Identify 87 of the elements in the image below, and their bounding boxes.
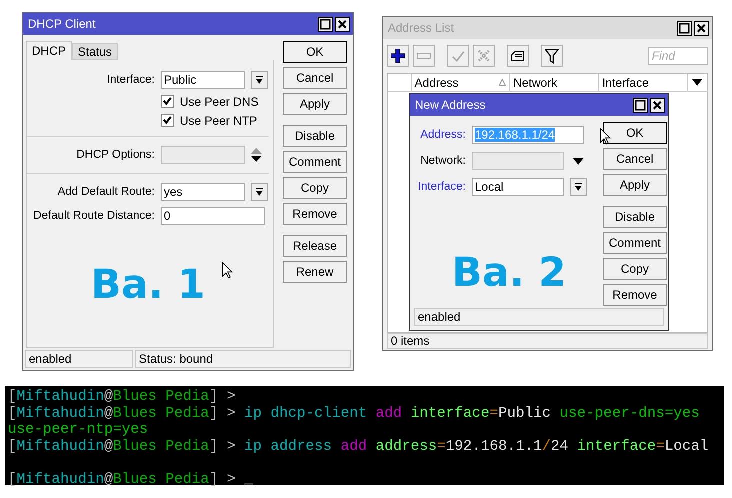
dialog-button[interactable]: Cancel	[603, 148, 667, 170]
maximize-icon	[320, 18, 331, 30]
figure-caption: Ba. 1	[91, 262, 206, 308]
dialog-button[interactable]: Copy	[603, 258, 667, 280]
status-text: enabled	[25, 350, 133, 368]
column-menu-icon[interactable]	[692, 79, 703, 86]
close-icon	[696, 22, 707, 34]
input-field[interactable]: 0	[161, 207, 265, 225]
dropdown-arrow-icon	[255, 188, 264, 196]
dialog-button[interactable]: OK	[283, 41, 347, 63]
dialog-button[interactable]: Remove	[603, 284, 667, 306]
tab[interactable]: DHCP	[26, 41, 72, 60]
minus-icon	[417, 53, 431, 59]
select-field[interactable]: Public	[161, 71, 245, 89]
field-label: Interface:	[417, 181, 466, 193]
mouse-pointer-icon	[222, 262, 233, 279]
column-header[interactable]: Interface	[599, 74, 688, 91]
checkbox-label: Use Peer DNS	[180, 94, 259, 108]
terminal-line: [Miftahudin@Blues Pedia] >	[8, 389, 237, 406]
close-icon	[652, 100, 663, 110]
field-label: Add Default Route:	[56, 186, 155, 198]
select-field[interactable]: yes	[161, 183, 245, 201]
maximize-icon	[679, 22, 690, 34]
dropdown-arrow-icon	[574, 182, 583, 192]
column-title: Address	[414, 76, 459, 90]
dialog-button[interactable]: OK	[603, 122, 667, 144]
dropdown-arrow-icon[interactable]	[573, 158, 584, 164]
window-title: New Address	[415, 98, 487, 112]
dialog-button[interactable]: Disable	[283, 125, 347, 147]
toolbar-button[interactable]	[507, 45, 529, 67]
terminal-line: [Miftahudin@Blues Pedia] > ip address add address=192.168.1.1/24 interface=Local	[8, 438, 710, 455]
terminal-line: [Miftahudin@Blues Pedia] > ip dhcp-client add interface=Public use-peer-dns=yes	[8, 406, 701, 422]
dialog-button[interactable]: Apply	[283, 93, 347, 115]
dialog-button[interactable]: Copy	[283, 177, 347, 199]
spinner-arrows-icon[interactable]	[251, 148, 262, 162]
dropdown-button[interactable]	[251, 71, 268, 89]
figure-caption: Ba. 2	[452, 250, 566, 296]
select-field[interactable]: Local	[472, 178, 564, 196]
dialog-button[interactable]: Remove	[283, 203, 347, 225]
field-label: Address:	[420, 129, 466, 141]
dialog-button[interactable]: Comment	[603, 232, 667, 254]
status-text: 0 items	[387, 333, 708, 349]
terminal-line: [Miftahudin@Blues Pedia] > _	[8, 472, 254, 488]
plus-icon	[391, 49, 405, 63]
column-title: Network	[513, 76, 558, 90]
close-button[interactable]	[694, 20, 709, 36]
checkbox[interactable]	[161, 95, 174, 108]
dialog-button[interactable]: Release	[283, 235, 347, 257]
close-icon	[337, 18, 348, 30]
terminal-line: use-peer-ntp=yes	[8, 422, 150, 438]
maximize-button[interactable]	[318, 16, 333, 32]
checkbox-label: Use Peer NTP	[180, 114, 258, 128]
filter-icon	[545, 48, 559, 64]
note-icon	[511, 50, 525, 62]
close-button[interactable]	[650, 98, 665, 112]
find-field[interactable]: Find	[648, 47, 708, 65]
dialog-button[interactable]: Renew	[283, 261, 347, 283]
checkbox[interactable]	[161, 114, 174, 127]
dialog-button[interactable]: Comment	[283, 151, 347, 173]
status-text: enabled	[414, 308, 664, 326]
dialog-button[interactable]: Apply	[603, 174, 667, 196]
dropdown-button[interactable]	[251, 183, 268, 201]
field-label: Interface:	[106, 74, 155, 86]
tab[interactable]: Status	[72, 43, 118, 60]
column-header[interactable]: Address	[412, 74, 510, 91]
dialog-button[interactable]: Disable	[603, 206, 667, 228]
checkmark-icon	[452, 50, 464, 62]
column-title: Interface	[602, 76, 650, 90]
toolbar-button[interactable]	[387, 45, 409, 67]
sort-indicator-icon	[499, 79, 506, 86]
window-title: DHCP Client	[28, 17, 97, 31]
field-label: DHCP Options:	[76, 149, 155, 161]
x-icon	[478, 50, 490, 62]
field-label: Network:	[420, 155, 466, 167]
maximize-button[interactable]	[677, 20, 692, 36]
toolbar-button[interactable]	[541, 45, 563, 67]
dropdown-button[interactable]	[570, 178, 587, 196]
mouse-pointer-icon	[600, 128, 611, 145]
dropdown-arrow-icon	[255, 76, 264, 84]
status-text: Status: bound	[135, 350, 351, 368]
close-button[interactable]	[335, 16, 350, 32]
maximize-icon	[635, 100, 646, 110]
field-label: Default Route Distance:	[32, 210, 155, 222]
maximize-button[interactable]	[633, 98, 648, 112]
column-header[interactable]: Network	[510, 74, 600, 91]
window-title: Address List	[388, 21, 456, 35]
dialog-button[interactable]: Cancel	[283, 67, 347, 89]
